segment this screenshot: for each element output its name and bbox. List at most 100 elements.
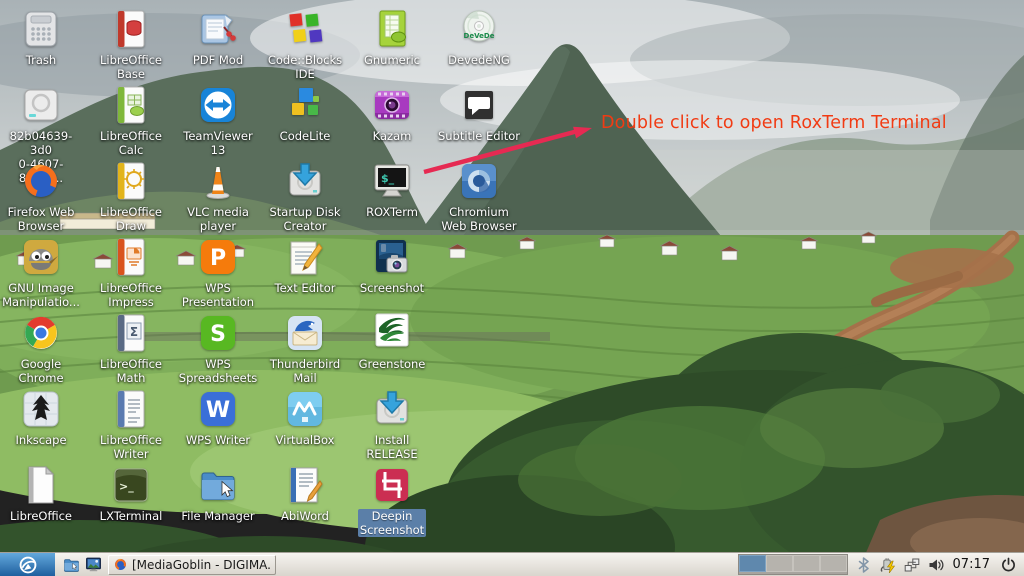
desktop-icon-label: Greenstone [357,357,428,371]
desktop-icon-codeblocks[interactable]: Code::Blocks IDE [261,7,349,81]
desktop-icon-teamviewer[interactable]: TeamViewer 13 [174,83,262,157]
desktop-icon-firefox[interactable]: Firefox Web Browser [0,159,85,233]
power-manager-icon[interactable] [880,556,897,573]
start-menu-button[interactable] [0,553,55,576]
desktop-icon-startup-disk[interactable]: Startup Disk Creator [261,159,349,233]
greenstone-icon [370,311,414,355]
desktop-icon-label: PDF Mod [191,53,245,67]
desktop-icon-wps-writer[interactable]: WWPS Writer [174,387,262,447]
task-button-label: [MediaGoblin - DIGIMA... [132,558,271,572]
bluetooth-icon[interactable] [856,556,873,573]
desktop-icon-label: AbiWord [279,509,331,523]
desktop-icon-label: LibreOffice Calc [98,129,164,157]
taskbar: [MediaGoblin - DIGIMA... 07:17 [0,552,1024,576]
svg-text:DeVeDe: DeVeDe [464,32,495,40]
desktop-icon-inkscape[interactable]: Inkscape [0,387,85,447]
desktop-icon-lxterminal[interactable]: >_LXTerminal [87,463,175,523]
desktop-icon-label: DevedeNG [446,53,512,67]
desktop-icon-label: Startup Disk Creator [267,205,342,233]
desktop-icon-screenshot[interactable]: Screenshot [348,235,436,295]
task-button-mediagoblin[interactable]: [MediaGoblin - DIGIMA... [108,555,276,575]
desktop-icon-codelite[interactable]: CodeLite [261,83,349,143]
file-manager-icon [196,463,240,507]
file-manager-launcher-button[interactable] [61,555,81,575]
desktop-icon-virtualbox[interactable]: VirtualBox [261,387,349,447]
desktop-icon-chrome[interactable]: Google Chrome [0,311,85,385]
teamviewer-icon [196,83,240,127]
lo-draw-icon [109,159,153,203]
desktop-icon-kazam[interactable]: Kazam [348,83,436,143]
desktop-icon-label: LibreOffice [8,509,74,523]
libreoffice-icon [19,463,63,507]
quick-launch [60,553,104,576]
vlc-icon [196,159,240,203]
desktop-icon-gnumeric[interactable]: Gnumeric [348,7,436,67]
desktop-icon-install-release[interactable]: Install RELEASE [348,387,436,461]
codeblocks-icon [283,7,327,51]
desktop-icon-trash[interactable]: Trash [0,7,85,67]
thunderbird-icon [283,311,327,355]
subtitle-editor-icon [457,83,501,127]
desktop-icon-lo-draw[interactable]: LibreOffice Draw [87,159,175,233]
desktop-icon-label: LibreOffice Draw [98,205,164,233]
desktop-icon-abiword[interactable]: AbiWord [261,463,349,523]
desktop-icon-label: Firefox Web Browser [6,205,77,233]
network-icon[interactable] [904,556,921,573]
svg-text:W: W [206,398,230,423]
workspace-2[interactable] [766,555,793,572]
desktop-icon-roxterm[interactable]: $_ ROXTerm [348,159,436,219]
desktop-icon-gimp[interactable]: GNU Image Manipulatio... [0,235,85,309]
lo-base-icon [109,7,153,51]
desktop-icon-lo-math[interactable]: ΣLibreOffice Math [87,311,175,385]
desktop-icon-label: Install RELEASE [364,433,419,461]
desktop-icon-label: Inkscape [13,433,68,447]
codelite-icon [283,83,327,127]
desktop-icon-label: CodeLite [278,129,333,143]
desktop-icon-thunderbird[interactable]: Thunderbird Mail [261,311,349,385]
lxterminal-icon: >_ [109,463,153,507]
desktop-icon-chromium[interactable]: Chromium Web Browser [435,159,523,233]
system-tray [856,556,945,573]
desktop-icon-wps-presentation[interactable]: PWPS Presentation [174,235,262,309]
svg-text:S: S [210,322,226,347]
roxterm-icon: $_ [370,159,414,203]
desktop-icon-label: Kazam [371,129,414,143]
desktop-icon-text-editor[interactable]: Text Editor [261,235,349,295]
startup-disk-icon [283,159,327,203]
desktop-icon-label: Chromium Web Browser [439,205,518,233]
workspace-4[interactable] [820,555,847,572]
chromium-icon [457,159,501,203]
desktop-icon-lo-writer[interactable]: LibreOffice Writer [87,387,175,461]
desktop-icon-devede[interactable]: DeVeDe DevedeNG [435,7,523,67]
desktop-icon-label: ROXTerm [364,205,420,219]
desktop-icon-subtitle-editor[interactable]: Subtitle Editor [435,83,523,143]
trash-icon [19,7,63,51]
show-desktop-button[interactable] [83,555,103,575]
desktop-icon-label: LibreOffice Impress [98,281,164,309]
desktop-icon-greenstone[interactable]: Greenstone [348,311,436,371]
desktop-icon-label: VirtualBox [274,433,337,447]
desktop-icon-wps-spreadsheets[interactable]: S WPS Spreadsheets [174,311,262,385]
deepin-screenshot-icon [370,463,414,507]
desktop-icon-label: LibreOffice Base [98,53,164,81]
install-release-icon [370,387,414,431]
desktop-icon-libreoffice[interactable]: LibreOffice [0,463,85,523]
desktop-icon-pdfmod[interactable]: PDF Mod [174,7,262,67]
desktop-icon-label: TeamViewer 13 [181,129,255,157]
desktop-icon-deepin-screenshot[interactable]: Deepin Screenshot [348,463,436,537]
virtualbox-icon [283,387,327,431]
disk-uuid-icon [19,83,63,127]
desktop-icon-lo-impress[interactable]: LibreOffice Impress [87,235,175,309]
volume-icon[interactable] [928,556,945,573]
desktop-icon-vlc[interactable]: VLC media player [174,159,262,233]
desktop-icon-lo-calc[interactable]: LibreOffice Calc [87,83,175,157]
workspace-3[interactable] [793,555,820,572]
desktop-icon-label: WPS Spreadsheets [177,357,259,385]
desktop-icon-label: Code::Blocks IDE [266,53,344,81]
desktop-icon-label: VLC media player [185,205,251,233]
desktop-icon-lo-base[interactable]: LibreOffice Base [87,7,175,81]
lo-writer-icon [109,387,153,431]
shutdown-button[interactable] [998,555,1018,575]
workspace-1[interactable] [739,555,766,572]
desktop-icon-file-manager[interactable]: File Manager [174,463,262,523]
